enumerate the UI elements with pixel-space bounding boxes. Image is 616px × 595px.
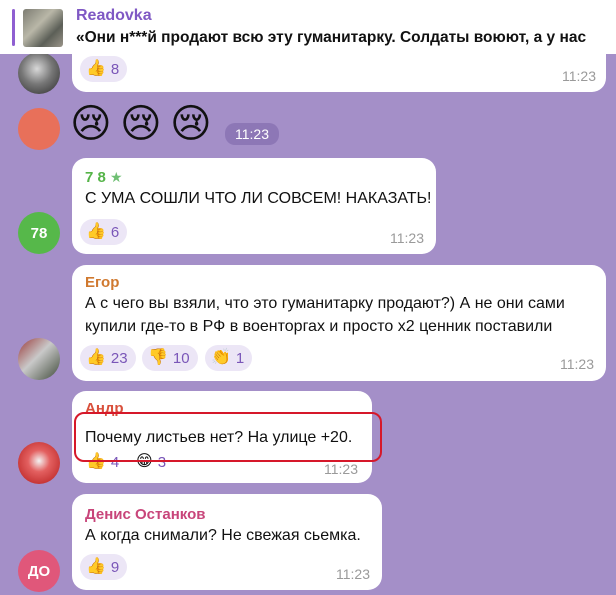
message-bubble: Егор А с чего вы взяли, что это гуманита… [72, 265, 606, 381]
avatar[interactable]: 78 [18, 212, 60, 254]
pinned-channel-name: Readovka [76, 7, 152, 24]
reaction-thumbs-up[interactable]: 👍 6 [80, 219, 128, 245]
pinned-message-bar[interactable]: Readovka «Они н***й продают всю эту гума… [0, 0, 616, 54]
highlight-box [74, 412, 382, 462]
message-time: 11:23 [225, 123, 279, 145]
reaction-count: 9 [110, 558, 120, 576]
message-time: 11:23 [560, 356, 594, 372]
reaction-count: 6 [110, 223, 120, 241]
reaction-thumbs-up[interactable]: 👍 8 [80, 56, 128, 82]
message-time: 11:23 [390, 230, 424, 246]
message-bubble: Денис Останков А когда снимали? Не свежа… [72, 494, 382, 590]
reaction-thumbs-up[interactable]: 👍 23 [80, 345, 136, 371]
star-icon: ★ [110, 169, 123, 185]
thumbs-up-icon: 👍 [86, 558, 106, 575]
crying-face-icon: 😢 [170, 102, 212, 146]
reaction-count: 1 [235, 349, 245, 367]
sender-name[interactable]: 7 8 ★ [85, 169, 123, 186]
message-time: 11:23 [324, 461, 358, 477]
clapping-hands-icon: 👏 [211, 349, 231, 366]
pinned-accent-bar [12, 9, 15, 46]
thumbs-up-icon: 👍 [86, 223, 106, 240]
reaction-count: 23 [110, 349, 128, 367]
reaction-count: 8 [110, 60, 120, 78]
message-text-line: А с чего вы взяли, что это гуманитарку п… [85, 295, 565, 312]
thumbs-down-icon: 👎 [148, 349, 168, 366]
sender-name[interactable]: Денис Останков [85, 506, 205, 523]
reaction-clap[interactable]: 👏 1 [205, 345, 253, 371]
thumbs-up-icon: 👍 [86, 349, 106, 366]
crying-face-icon: 😢 [120, 102, 162, 146]
pinned-thumbnail [23, 9, 63, 47]
thumbs-up-icon: 👍 [86, 60, 106, 77]
avatar[interactable] [18, 52, 60, 94]
message-time: 11:23 [336, 566, 370, 582]
message-bubble: 7 8 ★ С УМА СОШЛИ ЧТО ЛИ СОВСЕМ! НАКАЗАТ… [72, 158, 436, 254]
reaction-thumbs-up[interactable]: 👍 9 [80, 554, 128, 580]
message-text: С УМА СОШЛИ ЧТО ЛИ СОВСЕМ! НАКАЗАТЬ! [85, 190, 432, 207]
avatar[interactable] [18, 338, 60, 380]
crying-face-icon: 😢 [70, 102, 112, 146]
reaction-count: 10 [172, 349, 190, 367]
avatar[interactable] [18, 108, 60, 150]
avatar[interactable]: ДО [18, 550, 60, 592]
sender-name[interactable]: Егор [85, 274, 119, 291]
avatar[interactable] [18, 442, 60, 484]
message-text-line: купили где-то в РФ в военторгах и просто… [85, 318, 553, 335]
pinned-message-text: «Они н***й продают всю эту гуманитарку. … [76, 29, 587, 46]
message-time: 11:23 [562, 68, 596, 84]
message-text: А когда снимали? Не свежая сьемка. [85, 527, 361, 544]
reaction-thumbs-down[interactable]: 👎 10 [142, 345, 198, 371]
